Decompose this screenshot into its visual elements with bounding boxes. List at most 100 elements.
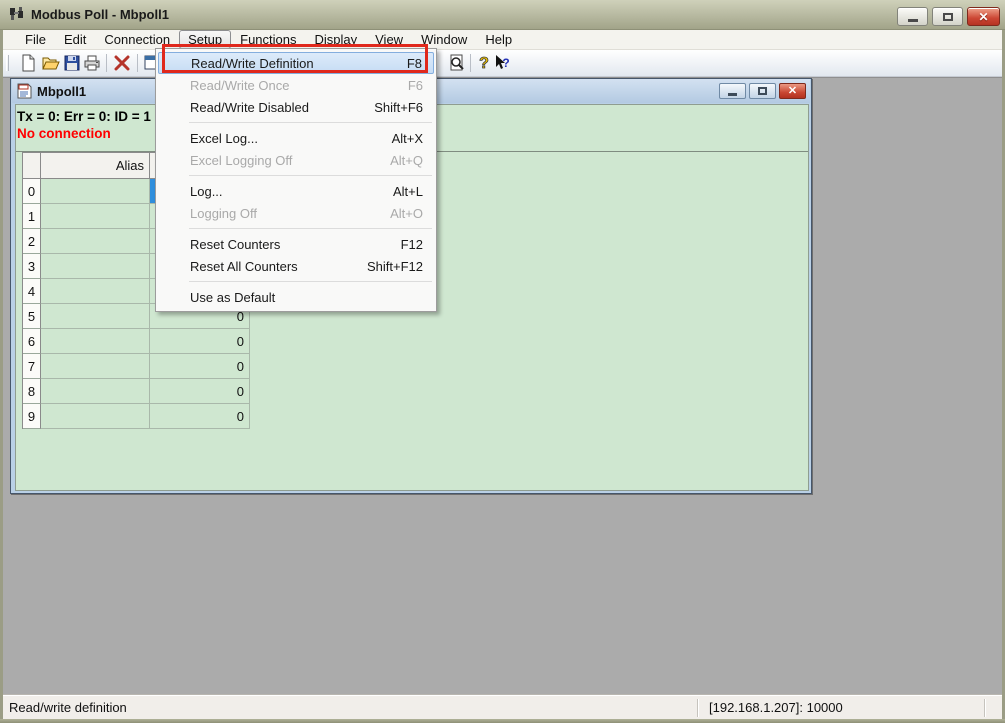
value-cell[interactable]: 0	[150, 404, 250, 429]
row-header[interactable]: 1	[23, 204, 41, 229]
close-icon: ✕	[788, 86, 797, 97]
alias-cell[interactable]	[41, 329, 150, 354]
menu-separator	[189, 175, 432, 176]
svg-text:?: ?	[479, 55, 489, 72]
maximize-button[interactable]	[932, 7, 963, 26]
menuitem-shortcut: Shift+F12	[367, 259, 423, 274]
value-cell[interactable]: 0	[150, 329, 250, 354]
open-file-icon[interactable]	[41, 53, 61, 73]
menuitem-label: Reset All Counters	[190, 259, 298, 274]
menuitem-excel-logging-off: Excel Logging Off Alt+Q	[156, 149, 436, 171]
menuitem-label: Excel Logging Off	[190, 153, 292, 168]
main-titlebar: Modbus Poll - Mbpoll1 ✕	[0, 0, 1005, 30]
alias-cell[interactable]	[41, 304, 150, 329]
menu-help[interactable]: Help	[476, 30, 521, 49]
child-minimize-button[interactable]	[719, 83, 746, 99]
child-window-title: Mbpoll1	[37, 84, 86, 99]
menuitem-use-as-default[interactable]: Use as Default	[156, 286, 436, 308]
alias-column-header[interactable]: Alias	[41, 153, 150, 179]
minimize-button[interactable]	[897, 7, 928, 26]
maximize-icon	[943, 13, 953, 21]
menuitem-label: Excel Log...	[190, 131, 258, 146]
toolbar-separator	[470, 54, 471, 72]
toolbar-grip	[6, 55, 9, 71]
window-border-bottom	[0, 719, 1005, 723]
window-border-left	[0, 30, 3, 723]
menuitem-read-write-once: Read/Write Once F6	[156, 74, 436, 96]
svg-text:?: ?	[502, 56, 509, 70]
row-header[interactable]: 7	[23, 354, 41, 379]
app-icon	[8, 6, 25, 23]
close-icon: ✕	[978, 11, 988, 23]
menuitem-label: Use as Default	[190, 290, 275, 305]
alias-cell[interactable]	[41, 179, 150, 204]
row-header[interactable]: 6	[23, 329, 41, 354]
modbus-poll-window: Modbus Poll - Mbpoll1 ✕ File Edit Connec…	[0, 0, 1005, 723]
new-document-icon[interactable]	[18, 53, 38, 73]
alias-cell[interactable]	[41, 379, 150, 404]
menu-file[interactable]: File	[16, 30, 55, 49]
alias-cell[interactable]	[41, 404, 150, 429]
menuitem-shortcut: F6	[408, 78, 423, 93]
menuitem-shortcut: Alt+Q	[390, 153, 423, 168]
help-icon[interactable]: ?	[474, 53, 494, 73]
statusbar-divider	[697, 699, 698, 717]
grid-corner-cell	[23, 153, 41, 179]
menuitem-read-write-disabled[interactable]: Read/Write Disabled Shift+F6	[156, 96, 436, 118]
menuitem-reset-all-counters[interactable]: Reset All Counters Shift+F12	[156, 255, 436, 277]
minimize-icon	[908, 19, 918, 22]
menuitem-shortcut: Alt+L	[393, 184, 423, 199]
print-icon[interactable]	[82, 53, 102, 73]
alias-cell[interactable]	[41, 204, 150, 229]
close-button[interactable]: ✕	[967, 7, 1000, 26]
print-preview-icon[interactable]	[447, 53, 467, 73]
menuitem-shortcut: Shift+F6	[374, 100, 423, 115]
value-cell[interactable]: 0	[150, 379, 250, 404]
menu-separator	[189, 122, 432, 123]
row-header[interactable]: 3	[23, 254, 41, 279]
menuitem-reset-counters[interactable]: Reset Counters F12	[156, 233, 436, 255]
menuitem-shortcut: Alt+X	[392, 131, 423, 146]
menuitem-logging-off: Logging Off Alt+O	[156, 202, 436, 224]
menu-edit[interactable]: Edit	[55, 30, 95, 49]
child-restore-button[interactable]	[749, 83, 776, 99]
row-header[interactable]: 2	[23, 229, 41, 254]
menuitem-label: Read/Write Disabled	[190, 100, 309, 115]
context-help-icon[interactable]: ?	[492, 53, 512, 73]
menuitem-label: Reset Counters	[190, 237, 280, 252]
window-title: Modbus Poll - Mbpoll1	[31, 7, 169, 22]
row-header[interactable]: 0	[23, 179, 41, 204]
alias-cell[interactable]	[41, 354, 150, 379]
status-bar: Read/write definition [192.168.1.207]: 1…	[3, 695, 1002, 719]
document-icon	[17, 83, 32, 99]
menuitem-shortcut: F12	[401, 237, 423, 252]
toolbar-separator	[106, 54, 107, 72]
row-header[interactable]: 9	[23, 404, 41, 429]
menu-bar: File Edit Connection Setup Functions Dis…	[3, 30, 1002, 50]
menuitem-excel-log[interactable]: Excel Log... Alt+X	[156, 127, 436, 149]
menuitem-label: Logging Off	[190, 206, 257, 221]
menuitem-log[interactable]: Log... Alt+L	[156, 180, 436, 202]
connection-address: [192.168.1.207]: 10000	[709, 700, 843, 715]
annotation-highlight-box	[162, 44, 428, 73]
row-header[interactable]: 8	[23, 379, 41, 404]
alias-cell[interactable]	[41, 279, 150, 304]
child-close-button[interactable]: ✕	[779, 83, 806, 99]
toolbar: ? ?	[3, 50, 1002, 77]
menuitem-label: Read/Write Once	[190, 78, 289, 93]
statusbar-divider	[984, 699, 985, 717]
menuitem-shortcut: Alt+O	[390, 206, 423, 221]
status-message: Read/write definition	[9, 700, 127, 715]
alias-cell[interactable]	[41, 254, 150, 279]
menu-separator	[189, 228, 432, 229]
value-cell[interactable]: 0	[150, 354, 250, 379]
restore-icon	[758, 87, 767, 95]
menuitem-label: Log...	[190, 184, 223, 199]
row-header[interactable]: 4	[23, 279, 41, 304]
menu-separator	[189, 281, 432, 282]
save-icon[interactable]	[62, 53, 82, 73]
cancel-icon[interactable]	[112, 53, 132, 73]
setup-dropdown-menu: Read/Write Definition F8 Read/Write Once…	[155, 48, 437, 312]
row-header[interactable]: 5	[23, 304, 41, 329]
alias-cell[interactable]	[41, 229, 150, 254]
